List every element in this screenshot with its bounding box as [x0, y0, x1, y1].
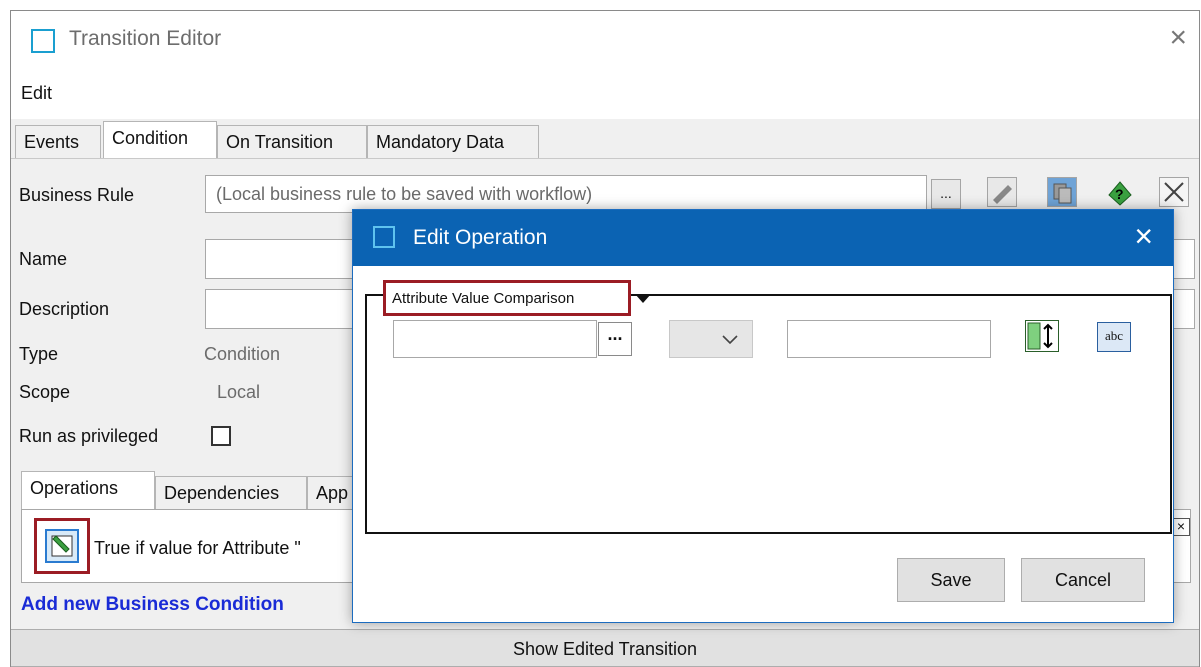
attribute-browse-button[interactable]: ...	[598, 322, 632, 356]
tab-condition[interactable]: Condition	[103, 121, 217, 159]
operation-item[interactable]: True if value for Attribute "	[94, 538, 301, 559]
menu-bar: Edit	[11, 69, 1199, 119]
tab-on-transition[interactable]: On Transition	[217, 125, 367, 159]
edit-operation-dialog: Edit Operation × Attribute Value Compari…	[352, 209, 1174, 623]
subtab-applies[interactable]: App	[307, 476, 353, 510]
subtab-dependencies[interactable]: Dependencies	[155, 476, 307, 510]
operation-type-highlight: Attribute Value Comparison	[383, 280, 631, 316]
business-rule-label: Business Rule	[19, 185, 135, 205]
chevron-down-icon	[722, 335, 738, 345]
operator-select[interactable]	[669, 320, 753, 358]
svg-text:?: ?	[1115, 186, 1124, 202]
dialog-title: Edit Operation	[413, 226, 548, 249]
text-type-icon[interactable]: abc	[1097, 322, 1131, 352]
title-bar: Transition Editor ×	[11, 11, 1199, 69]
tab-events[interactable]: Events	[15, 125, 101, 159]
tab-mandatory-data[interactable]: Mandatory Data	[367, 125, 539, 159]
show-edited-transition-button[interactable]: Show Edited Transition	[11, 629, 1199, 667]
tab-divider	[11, 158, 1199, 159]
operation-highlight	[34, 518, 90, 574]
remove-operation-icon[interactable]: ×	[1172, 518, 1190, 536]
help-icon[interactable]: ?	[1105, 177, 1135, 207]
app-window-icon	[31, 29, 55, 53]
dialog-window-icon	[373, 226, 395, 248]
scope-value: Local	[217, 382, 261, 402]
name-label: Name	[19, 249, 68, 269]
run-as-privileged-label: Run as privileged	[19, 426, 159, 446]
dialog-title-bar: Edit Operation ×	[353, 210, 1173, 266]
copy-icon[interactable]	[1047, 177, 1077, 207]
window-title: Transition Editor	[69, 27, 222, 50]
delete-icon[interactable]	[1159, 177, 1189, 207]
scope-label: Scope	[19, 382, 71, 402]
save-button[interactable]: Save	[897, 558, 1005, 602]
dropdown-arrow-icon[interactable]	[635, 294, 651, 303]
compare-value-field[interactable]	[787, 320, 991, 358]
operation-type-label[interactable]: Attribute Value Comparison	[392, 290, 574, 307]
attribute-field[interactable]	[393, 320, 597, 358]
close-icon[interactable]: ×	[1169, 21, 1187, 55]
dialog-close-icon[interactable]: ×	[1134, 218, 1153, 255]
business-rule-field[interactable]: (Local business rule to be saved with wo…	[205, 175, 927, 213]
field-size-icon[interactable]	[1025, 320, 1059, 352]
type-label: Type	[19, 344, 59, 364]
edit-condition-icon[interactable]	[45, 529, 79, 563]
menu-edit[interactable]: Edit	[21, 83, 52, 104]
type-value: Condition	[204, 344, 281, 364]
description-label: Description	[19, 299, 110, 319]
add-business-condition-link[interactable]: Add new Business Condition	[21, 594, 284, 616]
edit-rule-icon[interactable]	[987, 177, 1017, 207]
subtab-operations[interactable]: Operations	[21, 471, 155, 509]
business-rule-browse-button[interactable]: ...	[931, 179, 961, 209]
cancel-button[interactable]: Cancel	[1021, 558, 1145, 602]
run-as-privileged-checkbox[interactable]	[211, 426, 231, 446]
